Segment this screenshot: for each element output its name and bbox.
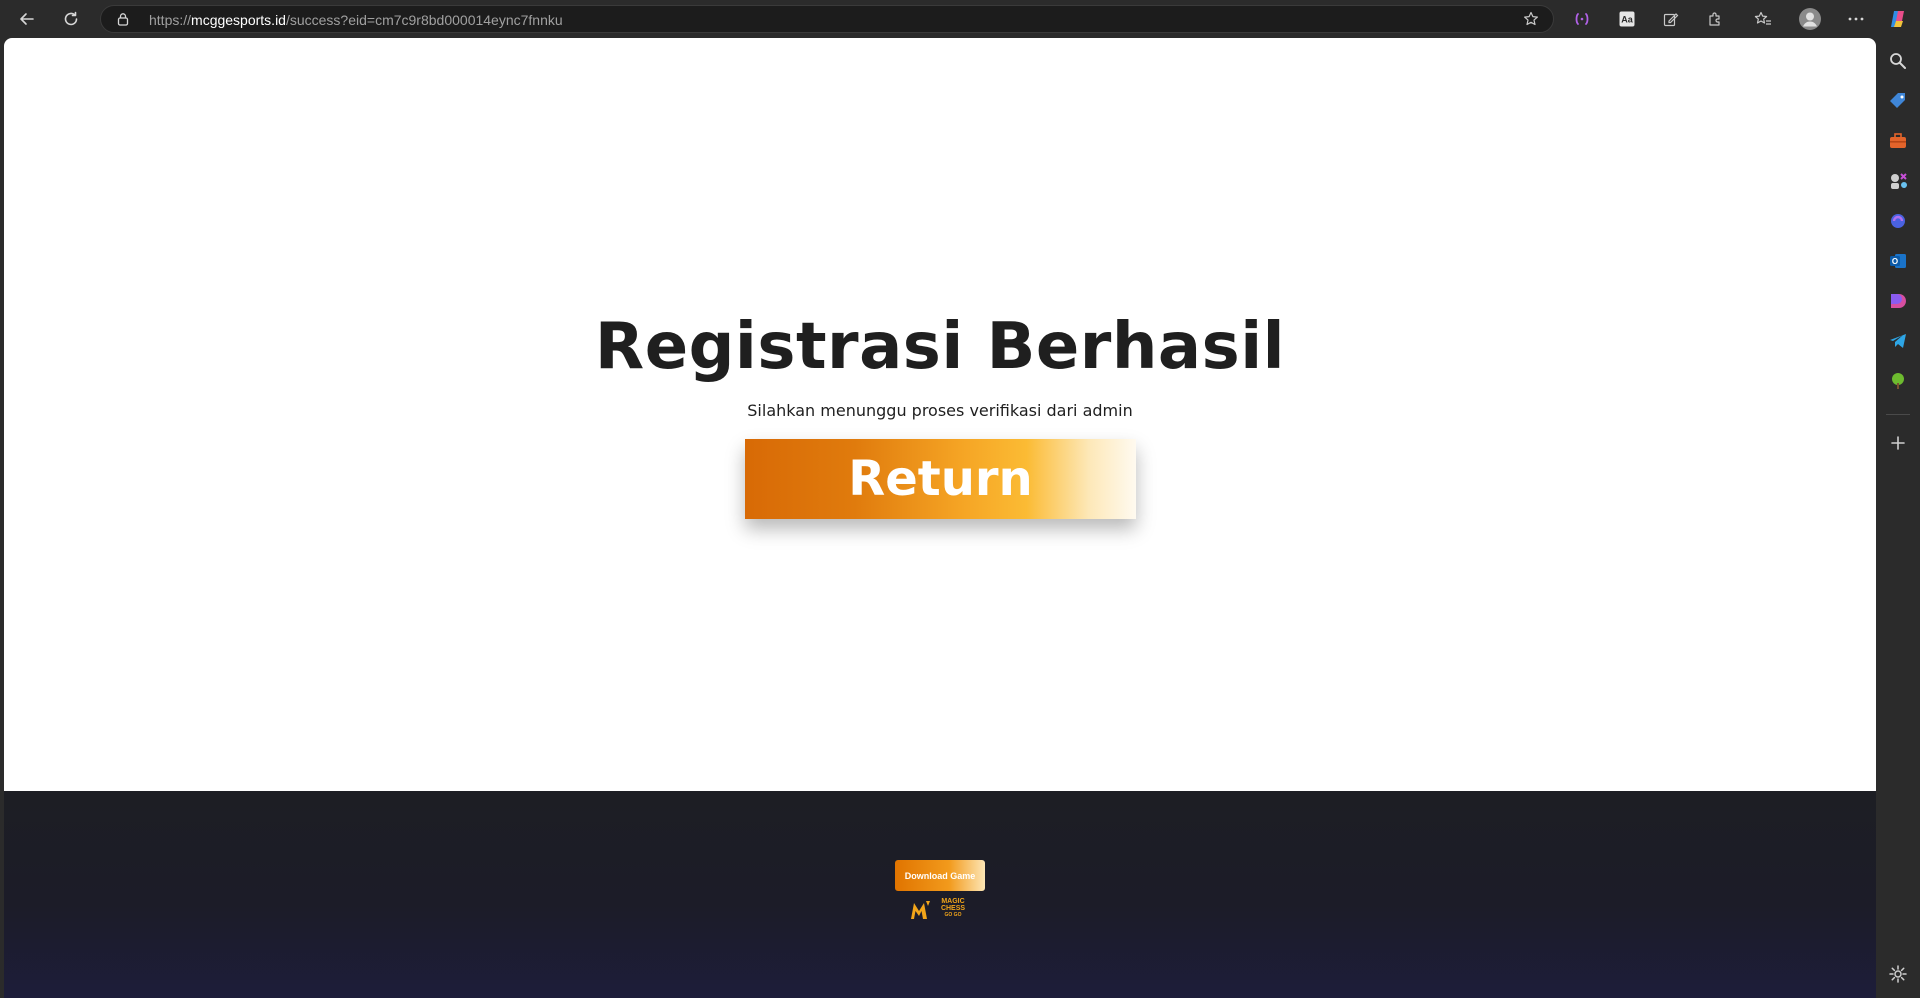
- url-text[interactable]: https://mcggesports.id/success?eid=cm7c9…: [149, 12, 563, 28]
- url-host: mcggesports.id: [191, 12, 286, 28]
- sidebar-divider: [1886, 414, 1910, 415]
- star-icon[interactable]: [1523, 11, 1539, 27]
- edit-button[interactable]: [1659, 7, 1683, 31]
- download-game-button[interactable]: Download Game: [895, 860, 985, 891]
- profile-avatar-icon: [1799, 8, 1821, 30]
- magic-chess-logo[interactable]: MAGIC CHESS GO GO: [909, 897, 973, 923]
- lock-icon[interactable]: [116, 12, 130, 26]
- toolbox-icon[interactable]: [1887, 130, 1909, 152]
- address-bar[interactable]: https://mcggesports.id/success?eid=cm7c9…: [100, 5, 1554, 33]
- browser-window: https://mcggesports.id/success?eid=cm7c9…: [0, 0, 1920, 998]
- page-viewport: Registrasi Berhasil Silahkan menunggu pr…: [4, 38, 1876, 998]
- logo-line-2: CHESS: [940, 905, 966, 912]
- copilot-extension-button[interactable]: [1570, 7, 1594, 31]
- back-arrow-icon: [20, 13, 34, 25]
- telegram-icon[interactable]: [1887, 330, 1909, 352]
- browser-sidebar: O: [1876, 38, 1920, 998]
- copilot-extension-icon: [1575, 13, 1589, 25]
- extensions-button[interactable]: [1703, 7, 1727, 31]
- url-path: /success?eid=cm7c9r8bd000014eync7fnnku: [285, 12, 563, 28]
- extensions-icon: [1709, 12, 1720, 26]
- svg-text:O: O: [1892, 257, 1898, 266]
- more-menu-button[interactable]: [1844, 7, 1868, 31]
- games-icon[interactable]: [1887, 170, 1909, 192]
- favorites-icon: [1754, 11, 1771, 25]
- footer: Download Game MAGIC CHESS GO GO: [4, 791, 1876, 998]
- add-icon[interactable]: [1887, 432, 1909, 454]
- search-icon[interactable]: [1887, 50, 1909, 72]
- more-menu-icon: [1848, 17, 1864, 21]
- profile-button[interactable]: [1798, 7, 1822, 31]
- browser-toolbar: https://mcggesports.id/success?eid=cm7c9…: [0, 0, 1920, 38]
- logo-wordmark: MAGIC CHESS GO GO: [933, 898, 973, 919]
- favorites-button[interactable]: [1751, 7, 1775, 31]
- copilot-icon: [1891, 11, 1904, 27]
- reload-icon: [64, 11, 78, 26]
- svg-text:Aa: Aa: [1621, 15, 1633, 25]
- logo-line-3: GO GO: [944, 912, 962, 918]
- return-button[interactable]: Return: [745, 439, 1136, 519]
- logo-line-1: MAGIC: [941, 898, 965, 905]
- back-button[interactable]: [12, 5, 42, 33]
- page-title: Registrasi Berhasil: [594, 310, 1286, 384]
- url-scheme: https://: [149, 12, 192, 28]
- outlook-icon[interactable]: O: [1887, 250, 1909, 272]
- edit-icon: [1663, 13, 1679, 27]
- shopping-tag-icon[interactable]: [1887, 90, 1909, 112]
- tree-icon[interactable]: [1887, 370, 1909, 392]
- copilot-button[interactable]: [1886, 7, 1910, 31]
- designer-icon[interactable]: [1887, 290, 1909, 312]
- logo-m-icon: [911, 901, 930, 919]
- read-aloud-icon: Aa: [1619, 11, 1635, 27]
- reload-button[interactable]: [56, 5, 86, 33]
- settings-icon[interactable]: [1887, 963, 1909, 985]
- read-aloud-button[interactable]: Aa: [1615, 7, 1639, 31]
- copilot-sidebar-icon[interactable]: [1887, 210, 1909, 232]
- page-subtitle: Silahkan menunggu proses verifikasi dari…: [747, 401, 1133, 420]
